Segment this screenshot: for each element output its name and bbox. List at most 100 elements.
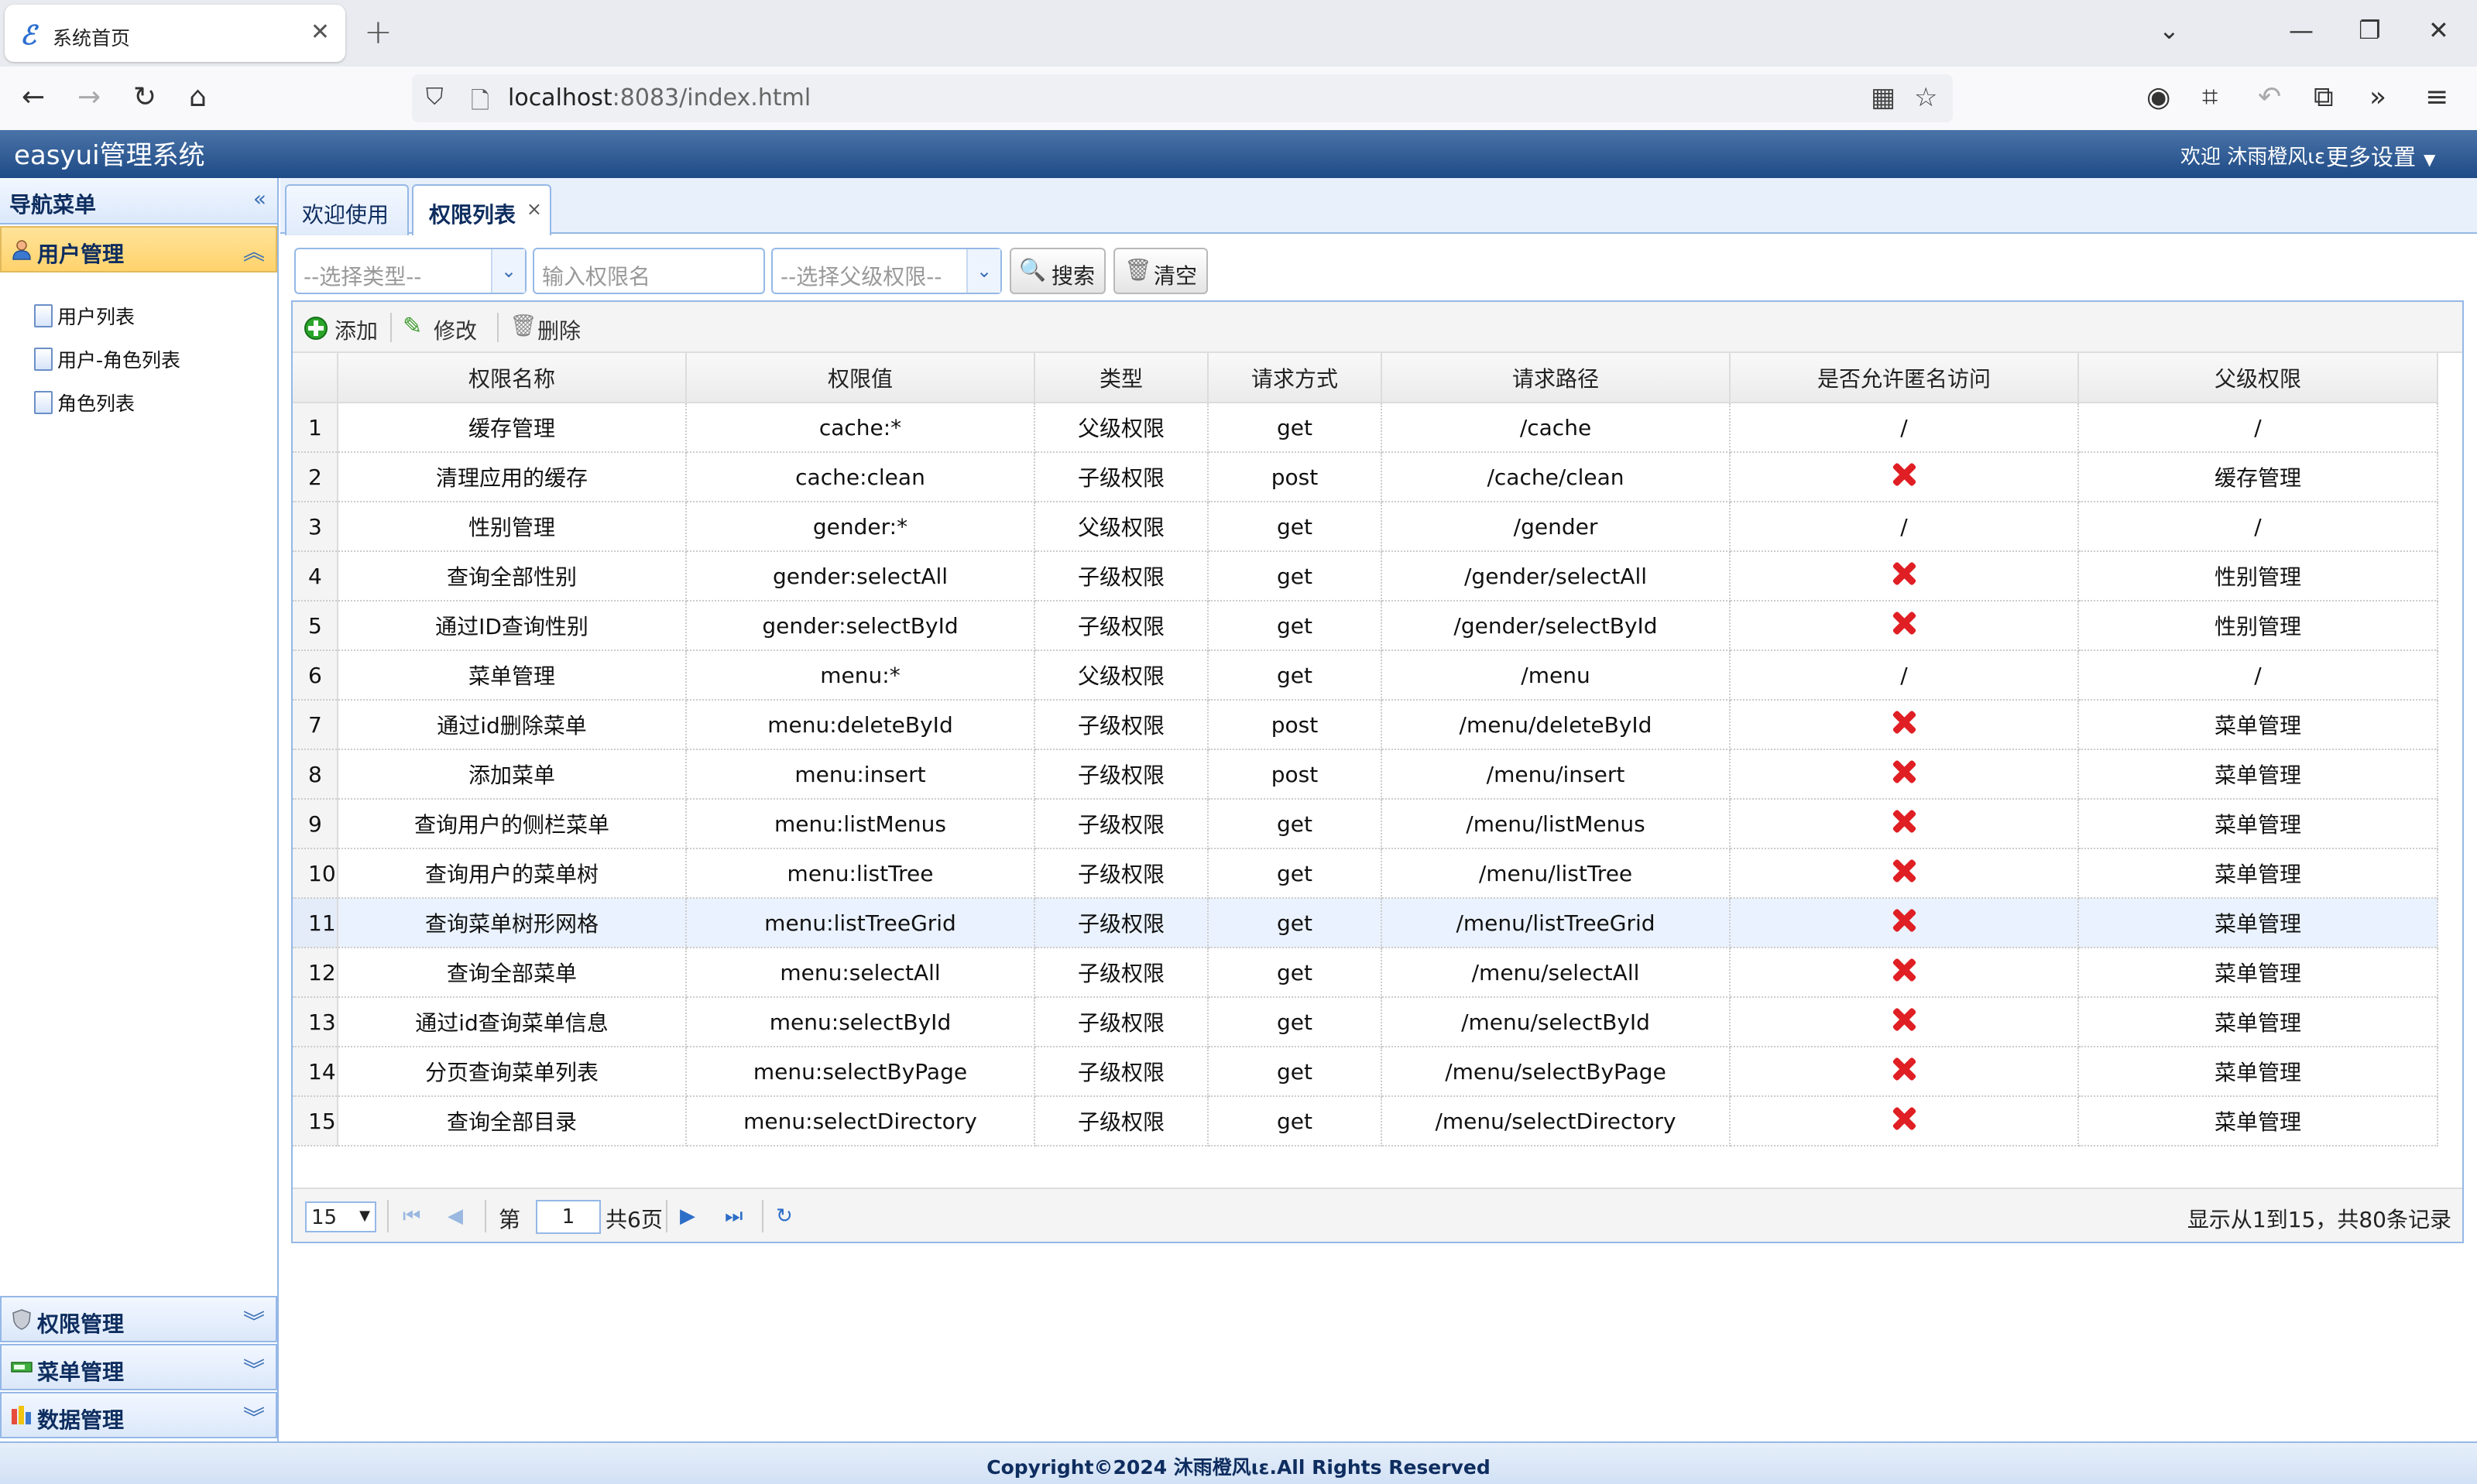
search-button[interactable]: 🔍 搜索: [1010, 248, 1106, 294]
minimize-icon[interactable]: —: [2289, 15, 2314, 45]
grid-toolbar: 添加 ✎ 修改 🗑 删除: [293, 302, 2462, 353]
toolbar-divider: [497, 313, 499, 342]
new-tab-icon[interactable]: +: [364, 12, 393, 52]
refresh-icon[interactable]: ↻: [776, 1205, 793, 1228]
restore-icon[interactable]: ❐: [2359, 15, 2381, 45]
home-icon[interactable]: ⌂: [189, 81, 207, 115]
deny-x-icon: [1892, 1057, 1916, 1081]
delete-button[interactable]: 🗑 删除: [509, 311, 595, 344]
page-info-icon[interactable]: 🗋: [471, 84, 489, 123]
table-row[interactable]: 3 性别管理 gender:* 父级权限 get/gender / /: [293, 502, 2438, 552]
shield-icon[interactable]: ⛉: [426, 84, 444, 111]
sidebar-item-label: 用户-角色列表: [57, 349, 181, 372]
overflow-icon[interactable]: »: [2369, 81, 2386, 115]
table-row[interactable]: 8 添加菜单 menu:insert 子级权限 post/menu/insert 菜单管理: [293, 749, 2438, 800]
edit-button[interactable]: ✎ 修改: [403, 311, 488, 344]
column-header[interactable]: 类型: [1034, 353, 1209, 403]
tab-welcome[interactable]: 欢迎使用: [285, 184, 409, 235]
table-row[interactable]: 5 通过ID查询性别 gender:selectById 子级权限 get/gender…: [293, 601, 2438, 651]
cell-parent: /: [2078, 650, 2438, 701]
group-permission-management[interactable]: 权限管理 ︾: [0, 1296, 277, 1342]
table-row[interactable]: 14 分页查询菜单列表 menu:selectByPage 子级权限 get/menu/…: [293, 1047, 2438, 1097]
deny-x-icon: [1892, 561, 1916, 586]
clear-button[interactable]: 🗑 清空: [1113, 248, 1208, 294]
tab-label: 权限列表: [429, 202, 516, 228]
reload-icon[interactable]: ↻: [133, 81, 156, 115]
cell-parent: /: [2078, 403, 2438, 453]
cell-permission-value: menu:deleteById: [686, 700, 1035, 750]
sidebar-item-user-list[interactable]: 用户列表: [34, 294, 180, 338]
table-row[interactable]: 7 通过id删除菜单 menu:deleteById 子级权限 post/menu/de…: [293, 700, 2438, 750]
deny-x-icon: [1892, 710, 1916, 735]
crop-icon[interactable]: ⌗: [2202, 81, 2218, 115]
chevron-down-icon[interactable]: ⌄: [966, 249, 1000, 293]
table-row[interactable]: 10 查询用户的菜单树 menu:listTree 子级权限 get/menu/list…: [293, 848, 2438, 899]
chevron-down-icon[interactable]: ⌄: [491, 249, 525, 293]
table-row[interactable]: 4 查询全部性别 gender:selectAll 子级权限 get/gender/se…: [293, 551, 2438, 601]
address-bar[interactable]: ⛉ 🗋 localhost:8083/index.html ▦ ☆: [412, 74, 1953, 122]
group-user-management[interactable]: 用户管理 ︽: [0, 226, 277, 272]
qr-code-icon[interactable]: ▦: [1871, 82, 1895, 113]
cell-method: get: [1208, 403, 1382, 453]
column-header[interactable]: 权限名称: [338, 353, 687, 403]
cell-permission-name: 缓存管理: [338, 403, 687, 453]
undo-icon[interactable]: ↶: [2258, 81, 2281, 115]
parent-permission-select[interactable]: --选择父级权限-- ⌄: [771, 248, 1002, 294]
row-number: 8: [293, 749, 338, 800]
tab-list-chevron-icon[interactable]: ⌄: [2159, 15, 2180, 45]
column-header[interactable]: 请求方式: [1208, 353, 1382, 403]
back-icon[interactable]: ←: [22, 81, 45, 115]
close-tab-icon[interactable]: ×: [527, 198, 542, 220]
cell-method: get: [1208, 848, 1382, 899]
page-size-value: 15: [311, 1206, 338, 1229]
column-header[interactable]: 权限值: [686, 353, 1035, 403]
table-row[interactable]: 15 查询全部目录 menu:selectDirectory 子级权限 get/menu…: [293, 1096, 2438, 1146]
collapse-left-icon[interactable]: «: [253, 186, 266, 211]
table-row[interactable]: 11 查询菜单树形网格 menu:listTreeGrid 子级权限 get/menu/…: [293, 898, 2438, 948]
page-size-select[interactable]: 15 ▼: [305, 1201, 376, 1232]
table-row[interactable]: 1 缓存管理 cache:* 父级权限 get/cache / /: [293, 403, 2438, 453]
group-data-management[interactable]: 数据管理 ︾: [0, 1392, 277, 1438]
last-page-icon[interactable]: ⏭: [725, 1205, 743, 1229]
first-page-icon[interactable]: ⏮: [403, 1205, 420, 1229]
table-row[interactable]: 13 通过id查询菜单信息 menu:selectById 子级权限 get/menu/…: [293, 997, 2438, 1047]
extensions-icon[interactable]: ⧉: [2314, 81, 2334, 115]
forward-icon[interactable]: →: [77, 81, 101, 115]
group-menu-management[interactable]: 菜单管理 ︾: [0, 1344, 277, 1390]
row-number: 6: [293, 650, 338, 701]
cell-parent: /: [2078, 502, 2438, 552]
table-row[interactable]: 2 清理应用的缓存 cache:clean 子级权限 post/cache/clean 缓…: [293, 452, 2438, 502]
welcome-text: 欢迎 沐雨橙风ιε: [2180, 146, 2326, 169]
file-icon: [34, 391, 53, 414]
cell-path: /menu/listTree: [1381, 848, 1731, 899]
add-button[interactable]: 添加: [304, 311, 381, 344]
sidebar-item-role-list[interactable]: 角色列表: [34, 381, 180, 424]
search-icon: 🔍: [1019, 257, 1046, 283]
bookmark-star-icon[interactable]: ☆: [1914, 82, 1937, 113]
cell-method: get: [1208, 601, 1382, 651]
close-tab-icon[interactable]: ✕: [310, 19, 330, 46]
cell-anonymous: [1730, 452, 2079, 502]
sidebar-item-user-role-list[interactable]: 用户-角色列表: [34, 338, 180, 381]
account-icon[interactable]: ◉: [2146, 81, 2170, 115]
column-header[interactable]: 父级权限: [2078, 353, 2438, 403]
column-header[interactable]: 是否允许匿名访问: [1730, 353, 2079, 403]
add-button-label: 添加: [334, 318, 379, 344]
menu-icon[interactable]: ≡: [2425, 81, 2448, 115]
browser-tab[interactable]: ℰ 系统首页 ✕: [5, 5, 345, 62]
prev-page-icon[interactable]: ◀: [448, 1205, 463, 1228]
current-page-input[interactable]: 1: [536, 1200, 601, 1234]
type-select[interactable]: --选择类型-- ⌄: [294, 248, 527, 294]
table-row[interactable]: 6 菜单管理 menu:* 父级权限 get/menu / /: [293, 650, 2438, 701]
column-header[interactable]: 请求路径: [1381, 353, 1731, 403]
cell-path: /cache: [1381, 403, 1731, 453]
tab-permission-list[interactable]: 权限列表 ×: [412, 184, 551, 235]
close-window-icon[interactable]: ✕: [2428, 15, 2449, 45]
more-settings-button[interactable]: 更多设置 ▼: [2326, 139, 2435, 172]
cell-type: 父级权限: [1034, 650, 1209, 701]
next-page-icon[interactable]: ▶: [680, 1205, 695, 1228]
permission-grid: 添加 ✎ 修改 🗑 删除 权限名称 权限值 类型 请求方式 请求路径 是否允许匿…: [291, 300, 2464, 1243]
table-row[interactable]: 9 查询用户的侧栏菜单 menu:listMenus 子级权限 get/menu/lis…: [293, 799, 2438, 849]
permission-name-input[interactable]: 输入权限名: [533, 248, 765, 294]
table-row[interactable]: 12 查询全部菜单 menu:selectAll 子级权限 get/menu/selec…: [293, 948, 2438, 998]
